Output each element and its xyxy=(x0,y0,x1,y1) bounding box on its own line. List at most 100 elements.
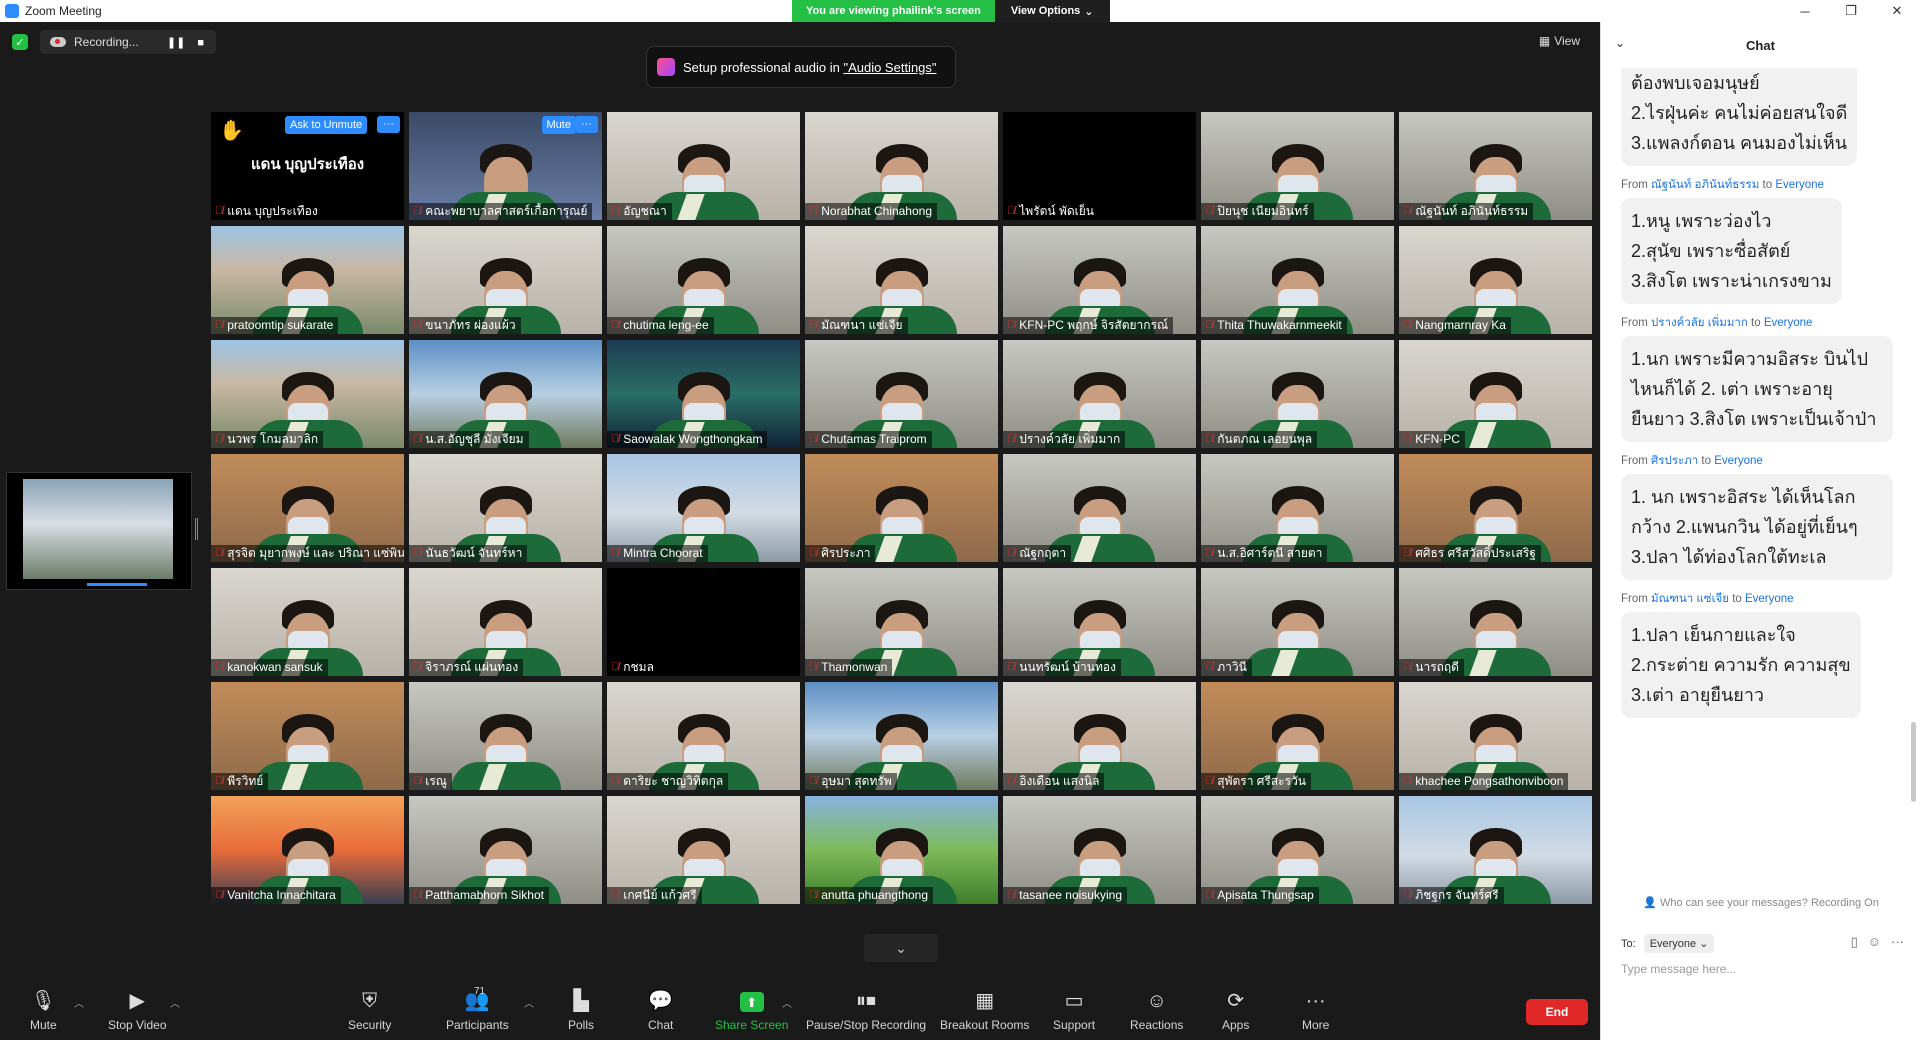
participant-video-tile[interactable]: 🎙̸ นวพร โกมลมาลิก xyxy=(211,340,404,448)
maximize-button[interactable]: ❐ xyxy=(1828,0,1874,22)
video-options-caret[interactable]: ︿ xyxy=(170,995,180,1010)
chat-scrollbar[interactable] xyxy=(1911,722,1916,802)
participant-video-tile[interactable]: 🎙̸ ศศิธร ศรีสวัสดิ์ประเสริฐ xyxy=(1399,454,1592,562)
participant-video-tile[interactable]: 🎙̸ อิงเดือน แสงนิล xyxy=(1003,682,1196,790)
muted-microphone-icon: 🎙̸ xyxy=(215,775,224,787)
audio-settings-link[interactable]: "Audio Settings" xyxy=(843,60,936,75)
emoji-icon[interactable]: ☺ xyxy=(1868,934,1881,950)
chat-message-bubble[interactable]: 1. นก เพราะอิสระ ได้เห็นโลกกว้าง 2.แพนกว… xyxy=(1621,474,1893,580)
close-window-button[interactable]: ✕ xyxy=(1874,0,1920,22)
security-button[interactable]: ⛨ Security xyxy=(348,990,391,1032)
participant-video-tile[interactable]: 🎙̸ khachee Pongsathonviboon xyxy=(1399,682,1592,790)
collapse-gallery-button[interactable]: ⌄ xyxy=(864,934,938,962)
view-options-button[interactable]: View Options ⌄ xyxy=(994,0,1110,22)
participants-button[interactable]: 👥 71 Participants xyxy=(446,986,509,1032)
participant-video-tile[interactable]: 🎙̸ Vanitcha Innachitara xyxy=(211,796,404,904)
participant-video-tile[interactable]: 🎙̸ น.ส.อิศาร์ตนี สายตา xyxy=(1201,454,1394,562)
participant-video-tile[interactable]: 🎙̸ นารถฤดี xyxy=(1399,568,1592,676)
participant-video-tile[interactable]: Mute ··· 🎙̸ คณะพยาบาลศาสตร์เกื้อการุณย์ xyxy=(409,112,602,220)
participant-video-tile[interactable]: 🎙̸ ปิยนุช เนียมอินทร์ xyxy=(1201,112,1394,220)
participant-video-tile[interactable]: 🎙̸ เกศนีย์ แก้วศรี xyxy=(607,796,800,904)
minimize-button[interactable]: ─ xyxy=(1782,0,1828,22)
audio-options-caret[interactable]: ︿ xyxy=(74,995,84,1010)
participant-video-tile[interactable]: 🎙̸ สุพัตรา ศรีสะรวัน xyxy=(1201,682,1394,790)
chat-message-bubble[interactable]: 1.นก เพราะมีความอิสระ บินไปไหนก็ได้ 2. เ… xyxy=(1621,336,1893,442)
participant-video-tile[interactable]: 🎙̸ กันตภณ เลอยนพุล xyxy=(1201,340,1394,448)
breakout-rooms-button[interactable]: ▦ Breakout Rooms xyxy=(940,990,1029,1032)
participant-video-tile[interactable]: 🎙̸ พีรวิทย์ xyxy=(211,682,404,790)
apps-button[interactable]: ⟳ Apps xyxy=(1222,990,1249,1032)
participant-video-tile[interactable]: 🎙̸ tasanee noisukying xyxy=(1003,796,1196,904)
chat-message-bubble[interactable]: 1.ปลา เย็นกายและใจ 2.กระต่าย ความรัก ควา… xyxy=(1621,612,1861,718)
participant-video-tile[interactable]: 🎙̸ Nangmarnray Ka xyxy=(1399,226,1592,334)
more-options-icon[interactable]: ··· xyxy=(1891,934,1904,950)
chat-button[interactable]: 💬 Chat xyxy=(648,990,673,1032)
participant-video-tile[interactable]: 🎙̸ Saowalak Wongthongkam xyxy=(607,340,800,448)
polls-button[interactable]: ▙ Polls xyxy=(568,990,594,1032)
participant-video-tile[interactable]: 🎙̸ อัญชณา xyxy=(607,112,800,220)
share-screen-button[interactable]: ⬆ Share Screen xyxy=(715,992,788,1032)
participant-video-tile[interactable]: 🎙̸ น.ส.อัญชุลี มั่งเจียม xyxy=(409,340,602,448)
participant-video-tile[interactable]: 🎙̸ chutima leng-ee xyxy=(607,226,800,334)
share-options-caret[interactable]: ︿ xyxy=(782,995,792,1010)
participant-video-tile[interactable]: 🎙̸ Thamonwan xyxy=(805,568,998,676)
support-button[interactable]: ▭ Support xyxy=(1053,990,1095,1032)
chat-input[interactable]: Type message here... xyxy=(1621,962,1736,976)
mute-button[interactable]: 🎙 Mute xyxy=(30,990,57,1032)
participant-video-tile[interactable]: 🎙̸ Chutamas Traiprom xyxy=(805,340,998,448)
participant-video-tile[interactable]: 🎙̸ Patthamabhorn Sikhot xyxy=(409,796,602,904)
participant-video-tile[interactable]: 🎙̸ นนทรัฒน์ บ้านทอง xyxy=(1003,568,1196,676)
view-button[interactable]: ▦ View xyxy=(1539,34,1580,48)
more-button[interactable]: ··· More xyxy=(1302,990,1329,1032)
mute-participant-button[interactable]: Mute xyxy=(541,116,576,134)
participant-video-tile[interactable]: 🎙̸ สุรจิต มุยากพงษ์ และ ปริณา แซ่พิน xyxy=(211,454,404,562)
participant-video-tile[interactable]: 🎙̸ เรณู xyxy=(409,682,602,790)
security-shield-icon[interactable]: ✓ xyxy=(12,34,28,50)
audio-settings-tip[interactable]: Setup professional audio in "Audio Setti… xyxy=(646,46,956,88)
participant-video-tile[interactable]: 🎙̸ ณัฐกฤตา xyxy=(1003,454,1196,562)
tile-more-button[interactable]: ··· xyxy=(377,116,400,133)
chat-messages[interactable]: ต้องพบเจอมนุษย์ 2.ไรฝุ่นค่ะ คนไม่ค่อยสนใ… xyxy=(1601,68,1920,896)
participant-video-tile[interactable]: 🎙̸ anutta phuangthong xyxy=(805,796,998,904)
participant-video-tile[interactable]: 🎙̸ ปรางค์วลัย เพิ่มมาก xyxy=(1003,340,1196,448)
resize-handle[interactable] xyxy=(195,518,198,540)
stop-video-button[interactable]: ▶ Stop Video xyxy=(108,990,167,1032)
message-visibility-info[interactable]: 👤 Who can see your messages? Recording O… xyxy=(1601,896,1920,909)
participant-video-tile[interactable]: 🎙̸ KFN-PC พฤกษ์ จิรสัตยากรณ์ xyxy=(1003,226,1196,334)
participant-video-tile[interactable]: 🎙̸ ขนาภัทร ผ่องแผ้ว xyxy=(409,226,602,334)
chat-message-bubble[interactable]: 1.หนู เพราะว่องไว 2.สุนัข เพราะซื่อสัตย์… xyxy=(1621,198,1842,304)
participant-video-tile[interactable]: 🎙̸ ดาริยะ ชาญวิทิตกุล xyxy=(607,682,800,790)
participant-video-tile[interactable]: 🎙̸ Apisata Thungsap xyxy=(1201,796,1394,904)
file-icon[interactable]: ▯ xyxy=(1851,934,1858,950)
pause-recording-button[interactable]: ❚❚ xyxy=(167,37,185,49)
participant-video-tile[interactable]: 🎙̸ pratoomtip sukarate xyxy=(211,226,404,334)
participant-video-tile[interactable]: 🎙̸ นันธวัฒน์ จันทร์หา xyxy=(409,454,602,562)
ask-to-unmute-button[interactable]: Ask to Unmute xyxy=(285,116,368,134)
participant-video-tile[interactable]: 🎙̸ Thita Thuwakarnmeekit xyxy=(1201,226,1394,334)
participant-video-tile[interactable]: ✋ Ask to Unmute ··· แดน บุญประเทือง 🎙̸ แดน บุ… xyxy=(211,112,404,220)
participants-caret[interactable]: ︿ xyxy=(524,995,534,1010)
participant-video-tile[interactable]: 🎙̸ อุษมา สุดทรัพ xyxy=(805,682,998,790)
muted-microphone-icon: 🎙̸ xyxy=(1007,205,1016,217)
participant-video-tile[interactable]: 🎙̸ KFN-PC xyxy=(1399,340,1592,448)
participant-video-tile[interactable]: 🎙̸ กชมล xyxy=(607,568,800,676)
participant-video-tile[interactable]: 🎙̸ ไพรัตน์ พัดเย็น xyxy=(1003,112,1196,220)
tile-more-button[interactable]: ··· xyxy=(575,116,598,133)
participant-video-tile[interactable]: 🎙̸ kanokwan sansuk xyxy=(211,568,404,676)
shared-screen-thumbnail[interactable] xyxy=(6,472,192,590)
participant-video-tile[interactable]: 🎙̸ จิราภรณ์ แผ่นทอง xyxy=(409,568,602,676)
participant-video-tile[interactable]: 🎙̸ ศิรประภา xyxy=(805,454,998,562)
chevron-down-icon[interactable]: ⌄ xyxy=(1615,36,1625,50)
chat-message-bubble[interactable]: ต้องพบเจอมนุษย์ 2.ไรฝุ่นค่ะ คนไม่ค่อยสนใ… xyxy=(1621,68,1858,166)
recipient-select[interactable]: Everyone ⌄ xyxy=(1643,934,1715,953)
pause-stop-recording-button[interactable]: ⏸⏹ Pause/Stop Recording xyxy=(806,990,926,1032)
participant-video-tile[interactable]: 🎙̸ ภิชฐกร จันทร์ศรี xyxy=(1399,796,1592,904)
end-meeting-button[interactable]: End xyxy=(1526,999,1588,1025)
participant-video-tile[interactable]: 🎙̸ Mintra Choorat xyxy=(607,454,800,562)
participant-video-tile[interactable]: 🎙̸ Norabhat Chinahong xyxy=(805,112,998,220)
participant-video-tile[interactable]: 🎙̸ ณัฐนันท์ อภินันท์ธรรม xyxy=(1399,112,1592,220)
participant-video-tile[interactable]: 🎙̸ ภาวินี xyxy=(1201,568,1394,676)
reactions-button[interactable]: ☺ Reactions xyxy=(1130,990,1183,1032)
participant-video-tile[interactable]: 🎙̸ มัณฑนา แซ่เจีย xyxy=(805,226,998,334)
stop-recording-button[interactable]: ■ xyxy=(197,37,204,49)
